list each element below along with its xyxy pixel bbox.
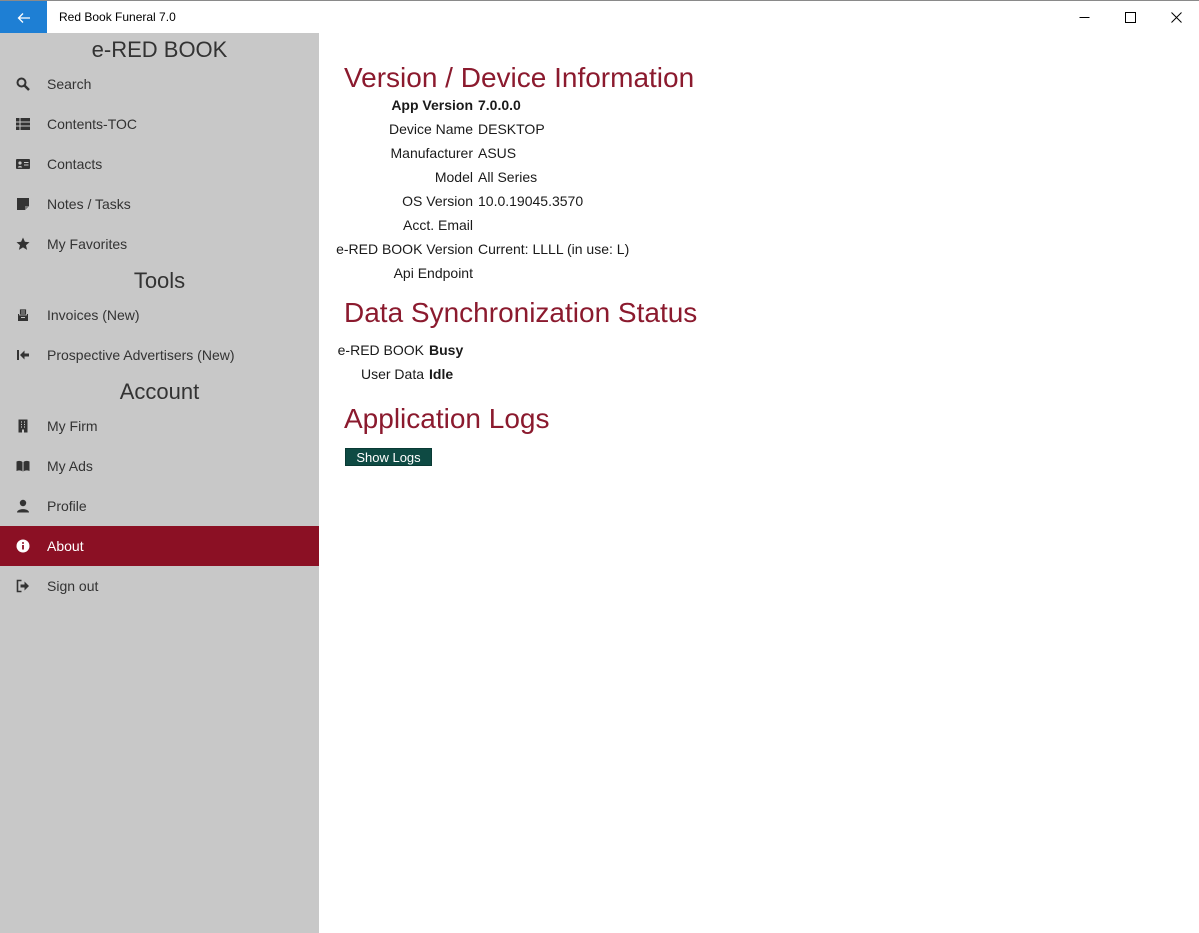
sidebar-heading-tools: Tools [133,268,186,293]
maximize-button[interactable] [1107,1,1153,34]
info-value: 7.0.0.0 [478,97,521,113]
minimize-button[interactable] [1061,1,1107,34]
address-card-icon [16,157,30,171]
info-label: Acct. Email [402,217,473,233]
sidebar-item-label: Notes / Tasks [47,196,131,212]
window-title: Red Book Funeral 7.0 [59,10,176,24]
sidebar-heading-account: Account [119,379,200,404]
sidebar-item-label: Contents-TOC [47,116,137,132]
info-label: e-RED BOOK Version [336,241,473,257]
sidebar-item-my-firm[interactable]: My Firm [0,406,319,446]
sync-label: User Data [360,366,424,382]
building-icon [16,419,30,433]
close-button[interactable] [1153,1,1199,34]
info-value: All Series [478,169,538,185]
sign-out-icon [16,579,30,593]
sidebar-item-sign-out[interactable]: Sign out [0,566,319,606]
info-label: Api Endpoint [393,265,473,281]
sync-status-heading: Data Synchronization Status [344,297,698,328]
sidebar-item-label: About [47,538,84,554]
app-window: Red Book Funeral 7.0 e-RED BOOK Search C… [0,0,1199,933]
sidebar-item-my-favorites[interactable]: My Favorites [0,224,319,264]
sidebar-item-label: My Ads [47,458,93,474]
info-circle-icon [16,539,30,553]
info-value: DESKTOP [478,121,545,137]
invoice-icon [16,308,30,322]
sidebar-item-contents-toc[interactable]: Contents-TOC [0,104,319,144]
info-label: Model [434,169,473,185]
sidebar-item-label: Search [47,76,92,92]
info-label: OS Version [402,193,473,209]
arrow-left-icon [17,12,30,23]
sync-value: Busy [429,342,464,358]
sidebar-item-label: Profile [47,498,87,514]
sidebar-item-search[interactable]: Search [0,64,319,104]
table-list-icon [16,117,30,131]
sidebar-item-label: Prospective Advertisers (New) [47,347,235,363]
title-bar: Red Book Funeral 7.0 [0,0,1199,34]
show-logs-button[interactable]: Show Logs [345,448,432,466]
info-label: App Version [391,97,473,113]
arrow-to-left-icon [16,348,30,362]
sidebar-item-notes-tasks[interactable]: Notes / Tasks [0,184,319,224]
sidebar-item-label: My Favorites [47,236,128,252]
info-label: Manufacturer [390,145,473,161]
info-value: Current: LLLL (in use: L) [478,241,630,257]
user-icon [16,499,30,513]
sync-value: Idle [429,366,454,382]
sidebar-item-contacts[interactable]: Contacts [0,144,319,184]
search-icon [16,77,30,91]
close-icon [1170,12,1182,23]
sidebar-item-label: My Firm [47,418,98,434]
device-info-heading: Version / Device Information [344,62,695,93]
sidebar-item-invoices[interactable]: Invoices (New) [0,295,319,335]
minimize-icon [1079,17,1089,18]
logs-heading: Application Logs [344,403,550,434]
info-label: Device Name [388,121,473,137]
main-content: Version / Device Information App Version… [319,33,1199,933]
sidebar-item-label: Contacts [47,156,103,172]
sidebar-heading-main: e-RED BOOK [91,37,228,62]
info-value: 10.0.19045.3570 [478,193,584,209]
sidebar: e-RED BOOK Search Contents-TOC Contacts … [0,33,319,933]
sidebar-item-profile[interactable]: Profile [0,486,319,526]
star-icon [16,237,30,251]
book-open-icon [16,459,30,473]
back-button[interactable] [0,1,47,34]
sticky-note-icon [16,197,30,211]
maximize-icon [1124,12,1136,23]
sidebar-item-about[interactable]: About [0,526,319,566]
sync-label: e-RED BOOK [337,342,424,358]
sidebar-item-my-ads[interactable]: My Ads [0,446,319,486]
sidebar-item-label: Invoices (New) [47,307,140,323]
info-value: ASUS [478,145,517,161]
sidebar-item-label: Sign out [47,578,99,594]
